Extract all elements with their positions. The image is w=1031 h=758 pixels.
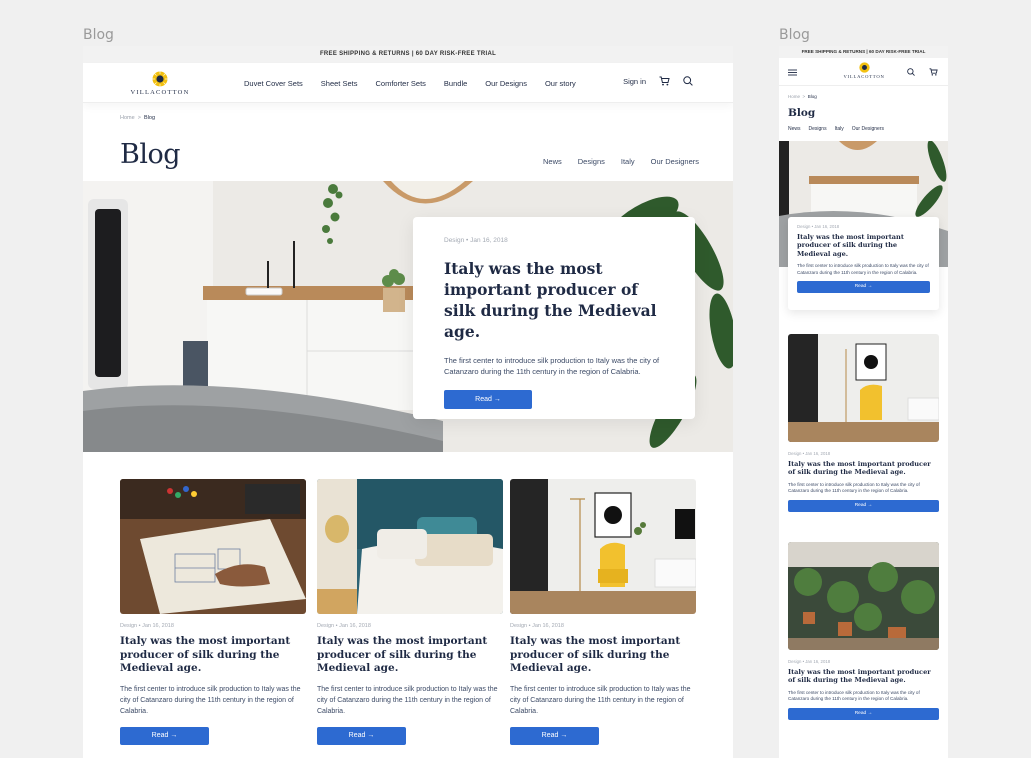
post-title[interactable]: Italy was the most important producer of… bbox=[788, 460, 939, 477]
menu-item-our-story[interactable]: Our story bbox=[545, 79, 576, 88]
breadcrumb: Home > Blog bbox=[788, 94, 817, 99]
menu-item-sheet-sets[interactable]: Sheet Sets bbox=[321, 79, 358, 88]
logo[interactable]: VILLACOTTON bbox=[130, 71, 190, 96]
post-image-architect[interactable] bbox=[120, 479, 306, 614]
page-title: Blog bbox=[120, 139, 181, 170]
category-news[interactable]: News bbox=[788, 126, 801, 132]
post-image-plants[interactable] bbox=[788, 542, 939, 650]
menu-item-bundle[interactable]: Bundle bbox=[444, 79, 467, 88]
sun-logo-icon bbox=[858, 62, 870, 73]
post-image-yellow-chair[interactable] bbox=[510, 479, 696, 614]
featured-post-card[interactable]: Design • Jan 16, 2018 Italy was the most… bbox=[788, 217, 939, 310]
menu-icon[interactable] bbox=[788, 69, 797, 76]
mobile-frame-label: Blog bbox=[779, 27, 810, 43]
breadcrumb-current: Blog bbox=[144, 115, 156, 121]
hero-image: Design • Jan 16, 2018 Italy was the most… bbox=[83, 181, 733, 452]
logo-wordmark: VILLACOTTON bbox=[130, 89, 190, 96]
post-meta: Design • Jan 16, 2018 bbox=[317, 623, 371, 629]
category-our-designers[interactable]: Our Designers bbox=[852, 126, 884, 132]
post-image-bed[interactable] bbox=[317, 479, 503, 614]
mobile-header: VILLACOTTON bbox=[779, 58, 948, 86]
category-our-designers[interactable]: Our Designers bbox=[651, 157, 699, 166]
read-button[interactable]: Read → bbox=[510, 726, 599, 745]
read-button[interactable]: Read → bbox=[317, 726, 406, 745]
post-title[interactable]: Italy was the most important producer of… bbox=[510, 635, 696, 676]
category-designs[interactable]: Designs bbox=[578, 157, 605, 166]
menu-item-comforter-sets[interactable]: Comforter Sets bbox=[375, 79, 425, 88]
search-icon[interactable] bbox=[907, 68, 915, 76]
post-image-yellow-chair[interactable] bbox=[788, 334, 939, 442]
post-card[interactable]: Design • Jan 16, 2018 Italy was the most… bbox=[788, 334, 939, 512]
main-menu: Duvet Cover Sets Sheet Sets Comforter Se… bbox=[244, 79, 576, 88]
post-meta: Design • Jan 16, 2018 bbox=[797, 224, 840, 229]
post-title[interactable]: Italy was the most important producer of… bbox=[797, 233, 930, 258]
header-actions: Sign in bbox=[623, 76, 693, 86]
category-designs[interactable]: Designs bbox=[809, 126, 827, 132]
post-card[interactable]: Design • Jan 16, 2018 Italy was the most… bbox=[788, 542, 939, 720]
logo-wordmark: VILLACOTTON bbox=[843, 74, 885, 79]
read-button[interactable]: Read → bbox=[797, 281, 930, 294]
category-italy[interactable]: Italy bbox=[835, 126, 844, 132]
announcement-bar: FREE SHIPPING & RETURNS | 60 DAY RISK-FR… bbox=[779, 46, 948, 58]
cart-icon[interactable] bbox=[929, 68, 938, 76]
post-meta: Design • Jan 16, 2018 bbox=[120, 623, 174, 629]
read-button[interactable]: Read → bbox=[788, 708, 939, 720]
post-excerpt: The first center to introduce silk produ… bbox=[444, 356, 660, 376]
post-meta: Design • Jan 16, 2018 bbox=[788, 659, 831, 664]
breadcrumb-separator: > bbox=[137, 115, 141, 121]
breadcrumb: Home > Blog bbox=[120, 115, 155, 121]
post-title[interactable]: Italy was the most important producer of… bbox=[788, 668, 939, 685]
post-meta: Design • Jan 16, 2018 bbox=[510, 623, 564, 629]
post-excerpt: The first center to introduce silk produ… bbox=[788, 689, 920, 702]
post-excerpt: The first center to introduce silk produ… bbox=[510, 685, 691, 715]
page-title: Blog bbox=[788, 107, 816, 119]
category-italy[interactable]: Italy bbox=[621, 157, 635, 166]
breadcrumb-home[interactable]: Home bbox=[788, 94, 800, 99]
breadcrumb-home[interactable]: Home bbox=[120, 115, 135, 121]
post-title[interactable]: Italy was the most important producer of… bbox=[444, 258, 664, 342]
cart-icon[interactable] bbox=[659, 76, 670, 86]
read-button[interactable]: Read → bbox=[788, 500, 939, 512]
post-card[interactable]: Design • Jan 16, 2018 Italy was the most… bbox=[510, 479, 696, 745]
announcement-bar: FREE SHIPPING & RETURNS | 60 DAY RISK-FR… bbox=[83, 46, 733, 63]
post-card[interactable]: Design • Jan 16, 2018 Italy was the most… bbox=[120, 479, 306, 745]
post-excerpt: The first center to introduce silk produ… bbox=[317, 685, 498, 715]
post-excerpt: The first center to introduce silk produ… bbox=[797, 263, 929, 275]
post-card[interactable]: Design • Jan 16, 2018 Italy was the most… bbox=[317, 479, 503, 745]
post-meta: Design • Jan 16, 2018 bbox=[444, 237, 508, 244]
logo[interactable]: VILLACOTTON bbox=[841, 62, 887, 79]
post-meta: Design • Jan 16, 2018 bbox=[788, 451, 831, 456]
mobile-frame: FREE SHIPPING & RETURNS | 60 DAY RISK-FR… bbox=[779, 46, 948, 758]
breadcrumb-current: Blog bbox=[807, 94, 817, 99]
read-button[interactable]: Read → bbox=[444, 390, 532, 409]
desktop-frame: FREE SHIPPING & RETURNS | 60 DAY RISK-FR… bbox=[83, 46, 733, 758]
breadcrumb-separator: > bbox=[802, 94, 806, 99]
header-nav: VILLACOTTON Duvet Cover Sets Sheet Sets … bbox=[83, 63, 733, 103]
search-icon[interactable] bbox=[683, 76, 693, 86]
category-filter: News Designs Italy Our Designers bbox=[543, 157, 699, 166]
featured-post-card[interactable]: Design • Jan 16, 2018 Italy was the most… bbox=[413, 217, 695, 419]
read-button[interactable]: Read → bbox=[120, 726, 209, 745]
desktop-frame-label: Blog bbox=[83, 27, 114, 43]
signin-link[interactable]: Sign in bbox=[623, 77, 646, 86]
sun-logo-icon bbox=[152, 71, 168, 87]
post-excerpt: The first center to introduce silk produ… bbox=[120, 685, 301, 715]
menu-item-our-designs[interactable]: Our Designs bbox=[485, 79, 527, 88]
post-title[interactable]: Italy was the most important producer of… bbox=[317, 635, 503, 676]
category-filter: News Designs Italy Our Designers bbox=[788, 126, 884, 132]
post-title[interactable]: Italy was the most important producer of… bbox=[120, 635, 306, 676]
post-excerpt: The first center to introduce silk produ… bbox=[788, 481, 920, 494]
category-news[interactable]: News bbox=[543, 157, 562, 166]
menu-item-duvet-cover-sets[interactable]: Duvet Cover Sets bbox=[244, 79, 303, 88]
